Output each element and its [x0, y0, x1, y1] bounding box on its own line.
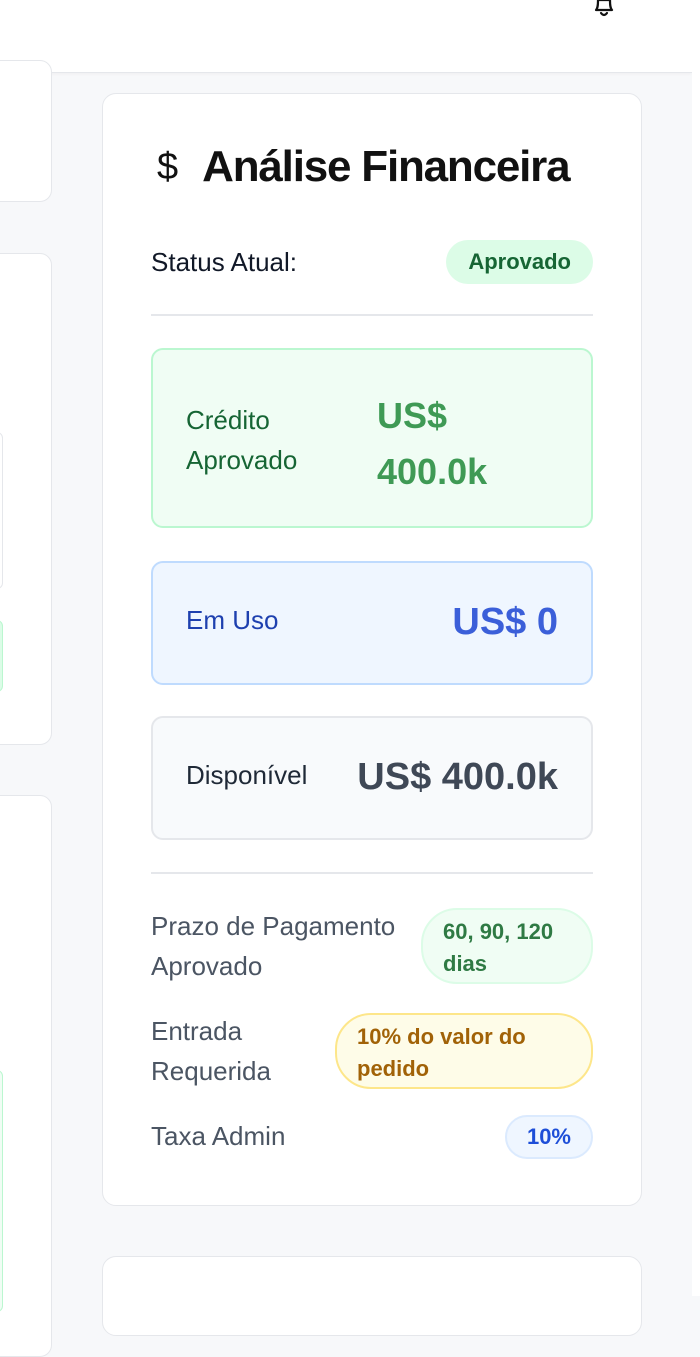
- in-use-label: Em Uso: [186, 605, 279, 635]
- down-payment-row: Entrada Requerida 10% do valor do pedido: [151, 1011, 593, 1091]
- admin-fee-label: Taxa Admin: [151, 1121, 286, 1151]
- left-card-green-button[interactable]: [0, 620, 3, 692]
- admin-fee-row: Taxa Admin 10%: [151, 1114, 593, 1159]
- available-box: Disponível US$ 400.0k: [151, 716, 593, 840]
- in-use-value: US$ 0: [452, 601, 558, 643]
- approved-credit-label: Crédito Aprovado: [186, 405, 298, 475]
- card-title-text: Análise Financeira: [202, 142, 570, 191]
- status-badge: Aprovado: [446, 240, 593, 284]
- payment-term-label: Prazo de Pagamento Aprovado: [151, 911, 396, 981]
- card-title: $ Análise Financeira: [157, 142, 571, 192]
- financial-analysis-card: $ Análise Financeira Status Atual: Aprov…: [102, 93, 642, 1206]
- payment-term-row: Prazo de Pagamento Aprovado 60, 90, 120 …: [151, 906, 593, 986]
- left-card-middle: [0, 253, 52, 745]
- scrollbar-track[interactable]: [692, 0, 700, 1296]
- divider: [151, 872, 593, 874]
- available-value: US$ 400.0k: [357, 756, 558, 798]
- dollar-icon: $: [157, 145, 179, 188]
- admin-fee-badge: 10%: [504, 1115, 593, 1159]
- payment-term-badge: 60, 90, 120 dias: [421, 908, 593, 984]
- down-payment-badge: 10% do valor do pedido: [335, 1013, 593, 1089]
- bell-icon[interactable]: [590, 0, 618, 22]
- in-use-box: Em Uso US$ 0: [151, 561, 593, 685]
- approved-credit-box: Crédito Aprovado US$ 400.0k: [151, 348, 593, 528]
- approved-credit-value: US$ 400.0k: [377, 395, 488, 492]
- left-card-bottom: [0, 795, 52, 1357]
- status-label: Status Atual:: [151, 246, 297, 277]
- left-card-input[interactable]: [0, 432, 3, 589]
- next-card: [102, 1256, 642, 1336]
- divider: [151, 314, 593, 316]
- top-header: [0, 0, 692, 73]
- status-row: Status Atual: Aprovado: [151, 240, 593, 284]
- left-card-top: [0, 60, 52, 202]
- available-label: Disponível: [186, 760, 308, 790]
- down-payment-label: Entrada Requerida: [151, 1016, 271, 1086]
- left-card-green-panel: [0, 1070, 3, 1312]
